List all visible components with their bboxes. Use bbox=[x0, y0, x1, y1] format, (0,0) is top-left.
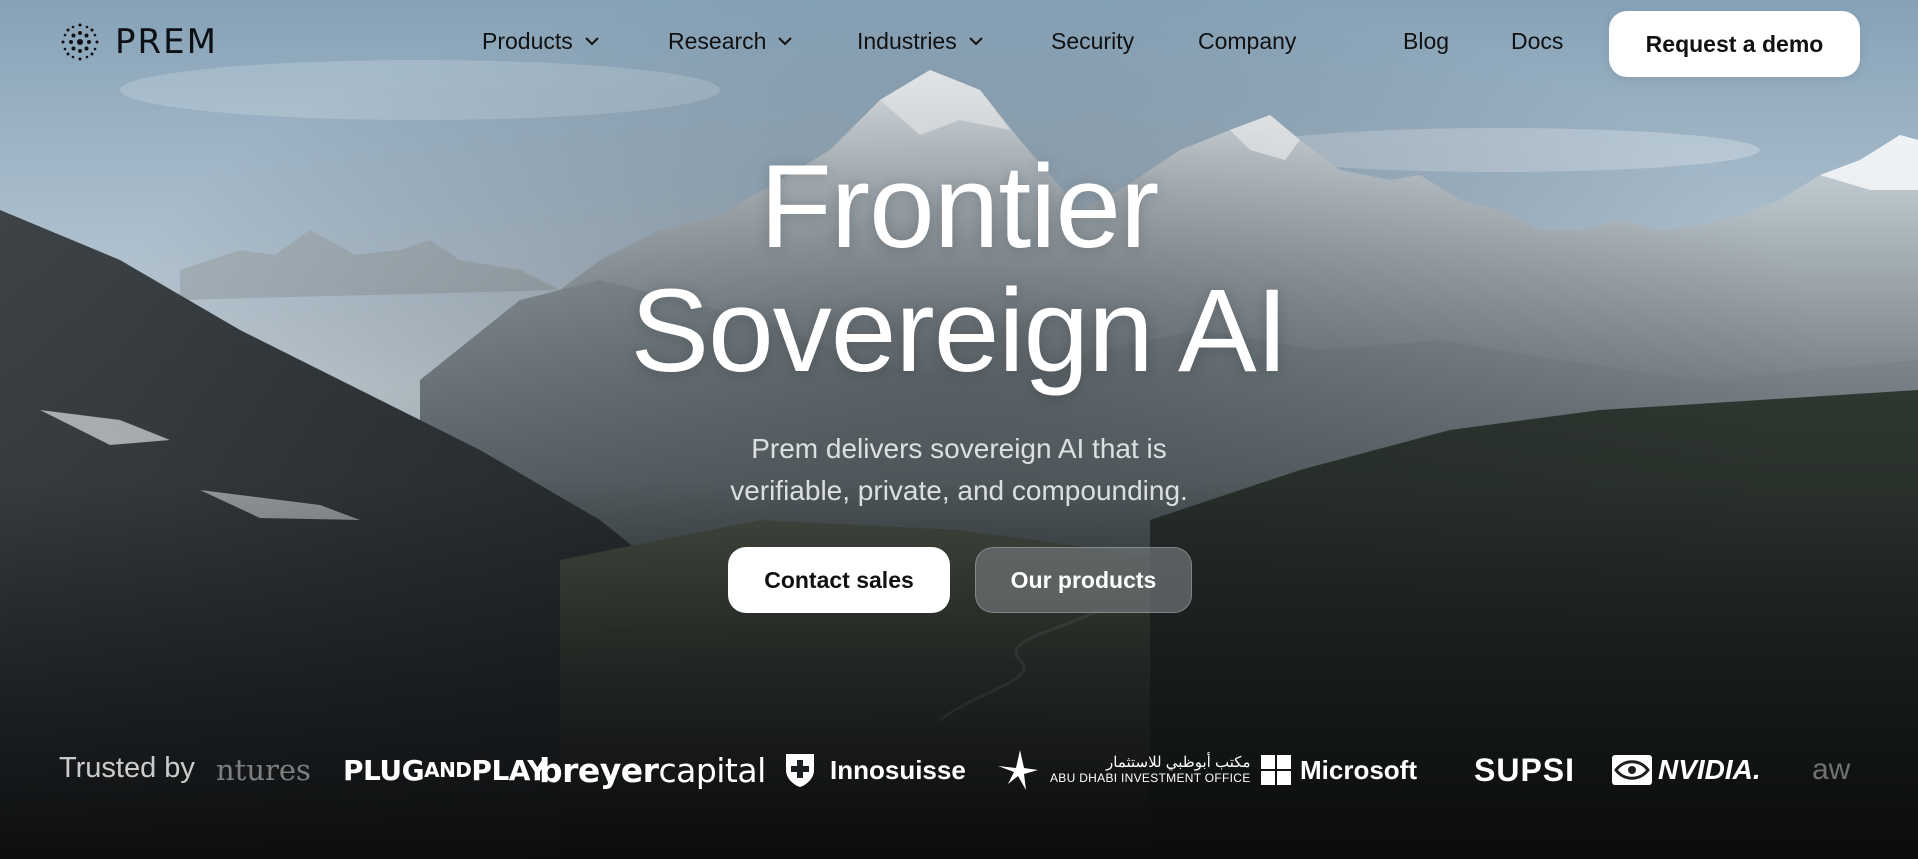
nav-blog-label: Blog bbox=[1403, 28, 1450, 54]
nav-research-label: Research bbox=[668, 28, 767, 54]
nav-blog[interactable]: Blog bbox=[1403, 28, 1449, 55]
nav-industries[interactable]: Industries bbox=[857, 28, 983, 55]
plug-and-play-text-b: AND bbox=[424, 758, 472, 782]
nav-research[interactable]: Research bbox=[668, 28, 793, 55]
adio-english-text: ABU DHABI INVESTMENT OFFICE bbox=[1050, 770, 1251, 785]
our-products-button[interactable]: Our products bbox=[975, 547, 1192, 613]
abu-dhabi-investment-office-logo: مكتب أبوظبي للاستثمار ABU DHABI INVESTME… bbox=[996, 740, 1251, 800]
brand-name: PREM bbox=[115, 22, 218, 62]
innosuisse-text: Innosuisse bbox=[830, 754, 966, 785]
innosuisse-logo: Innosuisse bbox=[784, 740, 966, 800]
breyer-capital-text-b: capital bbox=[658, 750, 766, 790]
hero-title-line-1: Frontier bbox=[759, 141, 1160, 273]
falcon-emblem-icon bbox=[998, 750, 1038, 790]
contact-sales-button[interactable]: Contact sales bbox=[728, 547, 950, 613]
breyer-capital-text-a: breyer bbox=[539, 750, 659, 790]
trusted-logos-strip: ntures PLUG AND PLAY breyer capital Innosui… bbox=[0, 740, 1918, 800]
chevron-down-icon bbox=[585, 37, 599, 46]
prem-logo[interactable]: PREM bbox=[59, 21, 218, 63]
nav-industries-label: Industries bbox=[857, 28, 957, 54]
breyer-capital-logo: breyer capital bbox=[539, 740, 766, 800]
prem-logo-icon bbox=[61, 23, 99, 61]
hero-subtitle: Prem delivers sovereign AI that is verif… bbox=[0, 428, 1918, 512]
top-navigation: PREM Products Research Industries Securi… bbox=[0, 0, 1918, 86]
nvidia-logo: NVIDIA. bbox=[1612, 740, 1761, 800]
microsoft-windows-icon bbox=[1261, 755, 1291, 785]
swiss-shield-icon bbox=[786, 754, 814, 787]
aws-partial-logo: aw bbox=[1812, 753, 1851, 786]
nav-products-label: Products bbox=[482, 28, 573, 54]
hero-title-line-2: Sovereign AI bbox=[630, 265, 1288, 397]
chevron-down-icon bbox=[969, 37, 983, 46]
plug-and-play-logo: PLUG AND PLAY bbox=[343, 740, 548, 800]
plug-and-play-text-c: PLAY bbox=[471, 753, 548, 787]
nav-security[interactable]: Security bbox=[1051, 28, 1134, 55]
plug-and-play-text-a: PLUG bbox=[343, 753, 425, 787]
nav-company-label: Company bbox=[1198, 28, 1297, 54]
hero-title: Frontier Sovereign AI bbox=[0, 145, 1918, 393]
nav-security-label: Security bbox=[1051, 28, 1135, 54]
nav-products[interactable]: Products bbox=[482, 28, 599, 55]
hero-subtitle-line-2: verifiable, private, and compounding. bbox=[730, 475, 1188, 506]
chevron-down-icon bbox=[778, 37, 793, 46]
adio-arabic-text: مكتب أبوظبي للاستثمار bbox=[1105, 754, 1251, 772]
supsi-logo: SUPSI bbox=[1474, 751, 1576, 788]
microsoft-text: Microsoft bbox=[1300, 754, 1417, 785]
microsoft-logo: Microsoft bbox=[1261, 740, 1417, 800]
nvidia-text: NVIDIA. bbox=[1658, 754, 1761, 785]
request-demo-button[interactable]: Request a demo bbox=[1609, 11, 1860, 77]
ventures-partial-logo: ntures bbox=[216, 753, 311, 787]
nvidia-eye-icon bbox=[1612, 755, 1652, 785]
nav-docs-label: Docs bbox=[1511, 28, 1564, 54]
hero-subtitle-line-1: Prem delivers sovereign AI that is bbox=[751, 433, 1167, 464]
nav-docs[interactable]: Docs bbox=[1511, 28, 1563, 55]
nav-company[interactable]: Company bbox=[1198, 28, 1296, 55]
adio-text-group: مكتب أبوظبي للاستثمار ABU DHABI INVESTME… bbox=[1050, 755, 1251, 785]
